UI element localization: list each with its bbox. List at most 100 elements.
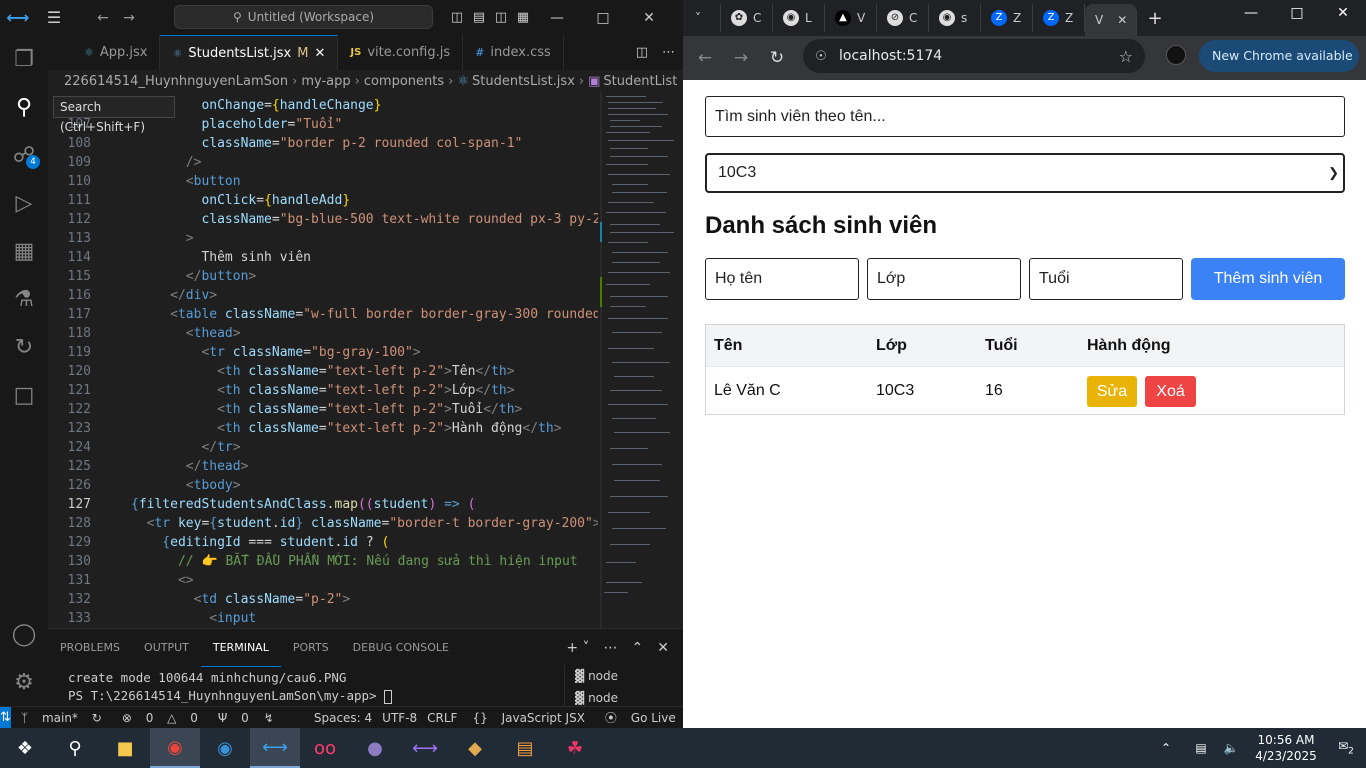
tab-vite-config[interactable]: JS vite.config.js xyxy=(338,35,464,70)
back-arrow-icon[interactable]: ← xyxy=(90,10,116,26)
customize-layout-icon[interactable]: ▦ xyxy=(512,10,534,25)
browser-tab[interactable]: ▲ V xyxy=(825,4,877,32)
git-icon[interactable]: ◆ xyxy=(450,728,500,768)
back-icon[interactable]: ← xyxy=(687,48,723,68)
spaces-status[interactable]: Spaces: 4 xyxy=(309,711,377,725)
app-icon[interactable]: oo xyxy=(300,728,350,768)
minimap[interactable] xyxy=(598,92,683,628)
browser-tab[interactable]: ⊘ C xyxy=(877,4,929,32)
windows-start-icon[interactable]: ❖ xyxy=(0,728,50,768)
minimize-icon[interactable]: — xyxy=(1228,0,1274,36)
reload-icon[interactable]: ↻ xyxy=(759,48,795,68)
close-icon[interactable]: ✕ xyxy=(626,10,672,26)
new-terminal-icon[interactable]: + ˅ xyxy=(566,640,589,656)
more-actions-icon[interactable]: ⋯ xyxy=(662,45,675,60)
maximize-icon[interactable]: □ xyxy=(580,10,626,26)
file-explorer-icon[interactable]: ■ xyxy=(100,728,150,768)
vscode-icon[interactable]: ⟷ xyxy=(250,728,300,768)
breadcrumb-item[interactable]: components xyxy=(364,74,444,89)
split-editor-icon[interactable]: ◫ xyxy=(636,45,648,60)
terminal-instance[interactable]: ▓ node xyxy=(575,665,618,687)
golive-status[interactable]: ⦿ Go Live xyxy=(595,709,686,726)
chrome-icon[interactable]: ◉ xyxy=(150,728,200,768)
explorer-icon[interactable]: ❐ xyxy=(0,35,48,83)
name-input[interactable]: Họ tên xyxy=(705,258,859,300)
app-icon[interactable]: ◉ xyxy=(200,728,250,768)
new-chrome-available-button[interactable]: New Chrome available xyxy=(1199,40,1359,72)
maximize-icon[interactable]: □ xyxy=(1274,0,1320,36)
extensions-icon[interactable]: ▦ xyxy=(0,227,48,275)
eol-status[interactable]: CRLF xyxy=(422,711,462,725)
minimize-icon[interactable]: — xyxy=(534,10,580,26)
app-icon[interactable]: ☘ xyxy=(550,728,600,768)
problems-status[interactable]: ⊗ 0 △ 0 xyxy=(112,711,208,725)
new-tab-icon[interactable]: + xyxy=(1137,8,1173,29)
volume-icon[interactable]: 🔈 xyxy=(1216,741,1246,755)
terminal-output[interactable]: create mode 100644 minhchung/cau6.PNG PS … xyxy=(68,669,393,705)
site-info-icon[interactable]: ☉ xyxy=(803,49,839,64)
lightning-icon[interactable]: ↯ xyxy=(259,711,279,725)
close-icon[interactable]: ✕ xyxy=(1320,0,1366,36)
tab-app-jsx[interactable]: ⚛ App.jsx xyxy=(48,35,161,70)
maximize-panel-icon[interactable]: ⌃ xyxy=(632,640,644,656)
tab-terminal[interactable]: TERMINAL xyxy=(200,629,281,667)
search-activity-icon[interactable]: ⚲ xyxy=(0,83,48,131)
breadcrumb-item[interactable]: StudentList xyxy=(603,74,677,89)
delete-button[interactable]: Xoá xyxy=(1145,376,1196,407)
show-hidden-icons-icon[interactable]: ⌃ xyxy=(1146,741,1186,755)
breadcrumb-item[interactable]: StudentsList.jsx xyxy=(472,74,575,89)
visual-studio-icon[interactable]: ⟷ xyxy=(400,728,450,768)
run-debug-icon[interactable]: ▷ xyxy=(0,179,48,227)
browser-tab[interactable]: ◉ L xyxy=(773,4,825,32)
clock[interactable]: 10:56 AM 4/23/2025 xyxy=(1246,732,1326,764)
testing-icon[interactable]: ⚗ xyxy=(0,275,48,323)
profile-avatar[interactable] xyxy=(1166,45,1186,65)
browser-tab[interactable]: ZZ xyxy=(981,4,1033,32)
source-control-icon[interactable]: ☍ 4 xyxy=(0,131,48,179)
encoding-status[interactable]: UTF-8 xyxy=(377,711,422,725)
breadcrumb-item[interactable]: 226614514_HuynhnguyenLamSon xyxy=(64,74,288,89)
command-center[interactable]: ⚲ Untitled (Workspace) xyxy=(174,5,433,29)
chat-icon[interactable]: □ xyxy=(0,371,48,419)
class-input[interactable]: Lớp xyxy=(867,258,1021,300)
tab-problems[interactable]: PROBLEMS xyxy=(48,629,132,667)
more-actions-icon[interactable]: ⋯ xyxy=(604,640,618,656)
settings-gear-icon[interactable]: ⚙ xyxy=(0,658,48,706)
edit-button[interactable]: Sửa xyxy=(1087,376,1137,407)
class-select[interactable]: 10C3 ❯ xyxy=(705,153,1345,193)
code-editor[interactable]: onChange={handleChange} 107 placeholder=… xyxy=(48,92,598,628)
browser-tab-active[interactable]: V ✕ xyxy=(1085,4,1137,36)
breadcrumb-item[interactable]: my-app xyxy=(301,74,350,89)
browser-tab[interactable]: ◉ s xyxy=(929,4,981,32)
address-bar[interactable]: ☉ localhost:5174 ☆ xyxy=(803,39,1145,73)
tab-studentslist-jsx[interactable]: ⚛ StudentsList.jsx M ✕ xyxy=(160,35,339,70)
menu-icon[interactable]: ☰ xyxy=(36,8,72,27)
toggle-secondary-sidebar-icon[interactable]: ◫ xyxy=(490,10,512,25)
tab-ports[interactable]: PORTS xyxy=(281,629,341,667)
branch-status[interactable]: ᛉ main* ↻ xyxy=(11,711,112,725)
tab-search-icon[interactable]: ˅ xyxy=(683,4,721,32)
close-tab-icon[interactable]: ✕ xyxy=(314,46,325,61)
info-status[interactable]: Ψ 0 xyxy=(208,711,259,725)
tab-output[interactable]: OUTPUT xyxy=(132,629,201,667)
tab-debug-console[interactable]: DEBUG CONSOLE xyxy=(341,629,461,667)
network-icon[interactable]: ▤ xyxy=(1186,741,1216,755)
add-student-button[interactable]: Thêm sinh viên xyxy=(1191,258,1345,300)
remote-explorer-icon[interactable]: ↻ xyxy=(0,323,48,371)
toggle-sidebar-icon[interactable]: ◫ xyxy=(446,10,468,25)
toggle-panel-icon[interactable]: ▤ xyxy=(468,10,490,25)
search-icon[interactable]: ⚲ xyxy=(50,728,100,768)
browser-tab[interactable]: ✿ C xyxy=(721,4,773,32)
tab-index-css[interactable]: # index.css xyxy=(463,35,564,70)
forward-icon[interactable]: → xyxy=(723,48,759,68)
language-status[interactable]: {} JavaScript JSX xyxy=(462,711,594,725)
forward-arrow-icon[interactable]: → xyxy=(116,10,142,26)
pdf-icon[interactable]: ▤ xyxy=(500,728,550,768)
notifications-icon[interactable]: ✉2 xyxy=(1326,739,1366,756)
eclipse-icon[interactable]: ● xyxy=(350,728,400,768)
age-input[interactable]: Tuổi xyxy=(1029,258,1183,300)
browser-tab[interactable]: ZZ xyxy=(1033,4,1085,32)
close-panel-icon[interactable]: ✕ xyxy=(657,640,669,656)
close-tab-icon[interactable]: ✕ xyxy=(1117,13,1127,27)
accounts-icon[interactable]: ◯ xyxy=(0,610,48,658)
